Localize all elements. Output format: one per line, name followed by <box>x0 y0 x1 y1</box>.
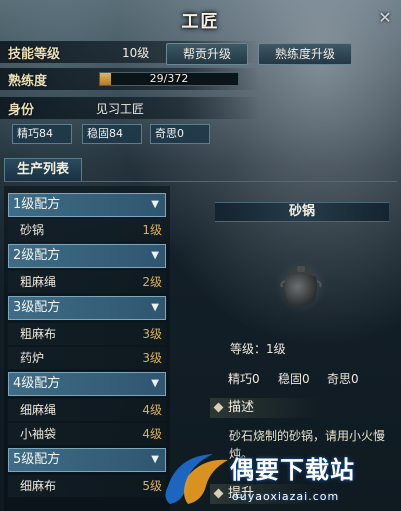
recipe-group-label: 1级配方 <box>13 197 61 212</box>
close-icon[interactable]: ✕ <box>375 8 395 28</box>
attr-wengu: 稳固84 <box>82 124 142 144</box>
skill-level-label: 技能等级 <box>8 47 61 62</box>
proficiency-upgrade-button[interactable]: 熟练度升级 <box>258 43 352 65</box>
recipe-group-label: 3级配方 <box>13 300 61 315</box>
section-description-label: 描述 <box>228 400 255 415</box>
recipe-group-1[interactable]: 1级配方 ▼ <box>8 193 166 217</box>
proficiency-label: 熟练度 <box>8 74 48 89</box>
recipe-item-level: 2级 <box>142 275 162 289</box>
recipe-item-name: 小袖袋 <box>20 427 57 441</box>
item-icon-clay-pot <box>266 251 336 321</box>
diamond-icon <box>213 488 224 499</box>
detail-item-title: 砂锅 <box>215 202 389 222</box>
recipe-item-level: 5级 <box>142 479 162 493</box>
recipe-item-ximabu[interactable]: 细麻布 5级 <box>8 475 166 497</box>
window-title-bar: 工匠 ✕ <box>0 0 401 38</box>
proficiency-text: 29/372 <box>149 72 189 85</box>
recipe-item-name: 细麻绳 <box>20 403 57 417</box>
recipe-group-label: 4级配方 <box>13 376 61 391</box>
skill-level-value: 10级 <box>122 46 150 60</box>
divider <box>4 181 397 182</box>
diamond-icon <box>213 402 224 413</box>
recipe-group-5[interactable]: 5级配方 ▼ <box>8 448 166 472</box>
recipe-item-level: 3级 <box>142 351 162 365</box>
detail-stat-jingqiao: 精巧0 <box>228 372 260 386</box>
promote-button[interactable]: 帮贡升级 <box>166 43 248 65</box>
role-value: 见习工匠 <box>96 102 145 116</box>
chevron-down-icon: ▼ <box>151 302 159 313</box>
recipe-item-level: 4级 <box>142 427 162 441</box>
recipe-group-3[interactable]: 3级配方 ▼ <box>8 296 166 320</box>
recipe-item-ximasheng[interactable]: 细麻绳 4级 <box>8 399 166 421</box>
chevron-down-icon: ▼ <box>151 250 159 261</box>
proficiency-bar: 29/372 <box>99 72 239 86</box>
recipe-group-label: 2级配方 <box>13 248 61 263</box>
detail-level: 等级：1级 <box>230 342 286 356</box>
attr-qisi: 奇思0 <box>150 124 210 144</box>
recipe-item-level: 4级 <box>142 403 162 417</box>
role-label: 身份 <box>8 103 35 118</box>
detail-stat-wengu: 稳固0 <box>278 372 310 386</box>
item-description: 砂石烧制的砂锅，请用小火慢炖。 <box>229 429 386 461</box>
chevron-down-icon: ▼ <box>151 378 159 389</box>
recipe-item-yaolu[interactable]: 药炉 3级 <box>8 347 166 369</box>
recipe-item-cumabu[interactable]: 粗麻布 3级 <box>8 323 166 345</box>
recipe-item-name: 粗麻布 <box>20 327 57 341</box>
recipe-item-xiaoxiudai[interactable]: 小袖袋 4级 <box>8 423 166 445</box>
recipe-item-shaguo[interactable]: 砂锅 1级 <box>8 219 166 241</box>
section-extra-label: 提升 <box>228 486 255 501</box>
section-extra: 提升 <box>210 484 320 504</box>
detail-stat-qisi: 奇思0 <box>327 372 359 386</box>
recipe-item-name: 粗麻绳 <box>20 275 57 289</box>
section-description: 描述 <box>210 398 320 418</box>
recipe-item-name: 砂锅 <box>20 223 45 237</box>
attr-jingqiao: 精巧84 <box>12 124 72 144</box>
recipe-group-2[interactable]: 2级配方 ▼ <box>8 244 166 268</box>
recipe-item-level: 1级 <box>142 223 162 237</box>
recipe-item-name: 细麻布 <box>20 479 57 493</box>
tab-production-list[interactable]: 生产列表 <box>4 158 82 182</box>
window-title: 工匠 <box>181 11 220 32</box>
recipe-group-label: 5级配方 <box>13 452 61 467</box>
recipe-item-cumasheng[interactable]: 粗麻绳 2级 <box>8 271 166 293</box>
recipe-item-level: 3级 <box>142 327 162 341</box>
recipe-group-4[interactable]: 4级配方 ▼ <box>8 372 166 396</box>
recipe-item-name: 药炉 <box>20 351 45 365</box>
chevron-down-icon: ▼ <box>151 199 159 210</box>
chevron-down-icon: ▼ <box>151 454 159 465</box>
